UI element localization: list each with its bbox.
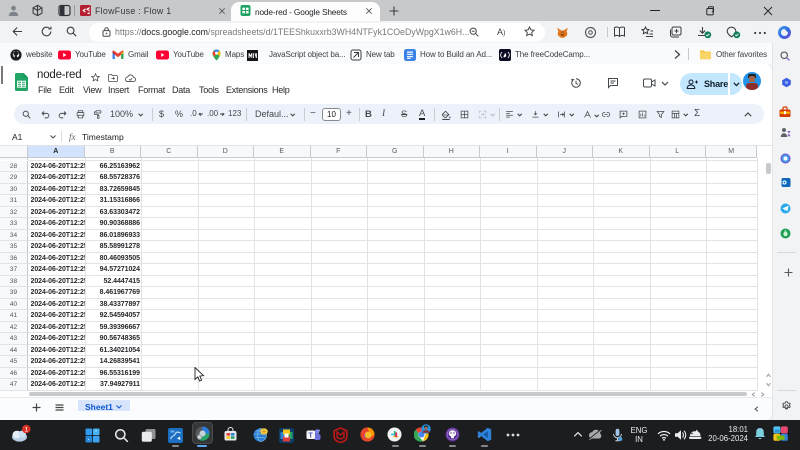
svg-text:1: 1 [24, 426, 28, 433]
svg-text:T: T [309, 432, 314, 439]
